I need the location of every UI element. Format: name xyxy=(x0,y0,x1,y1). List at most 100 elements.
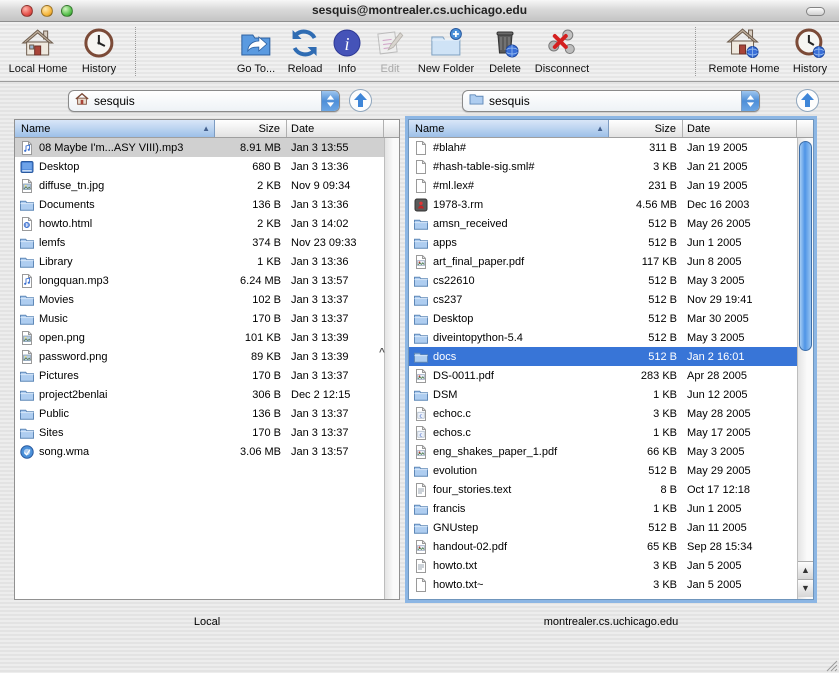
file-row[interactable]: DSM1 KBJun 12 2005 xyxy=(409,385,797,404)
file-row[interactable]: 1978-3.rm4.56 MBDec 16 2003 xyxy=(409,195,797,214)
new-folder-button[interactable]: New Folder xyxy=(418,26,474,75)
column-header-date[interactable]: Date xyxy=(683,120,797,137)
file-name: 1978-3.rm xyxy=(433,199,483,211)
local-scrollbar[interactable] xyxy=(384,138,399,599)
folder-icon xyxy=(413,501,429,517)
toolbar-toggle-pill[interactable] xyxy=(806,7,825,16)
file-row[interactable]: 08 Maybe I'm...ASY VIII).mp38.91 MBJan 3… xyxy=(15,138,384,157)
scrollbar-thumb[interactable] xyxy=(799,141,812,351)
file-row[interactable]: howto.txt3 KBJan 5 2005 xyxy=(409,556,797,575)
music-icon xyxy=(19,140,35,156)
resize-grip-icon[interactable] xyxy=(824,658,838,672)
file-name: DSM xyxy=(433,389,457,401)
file-row[interactable]: diveintopython-5.4512 BMay 3 2005 xyxy=(409,328,797,347)
remote-history-button[interactable]: History xyxy=(793,26,827,75)
remote-column-headers: Name▲ Size Date xyxy=(409,120,813,138)
disconnect-button[interactable]: Disconnect xyxy=(535,26,589,75)
info-icon: i xyxy=(330,26,364,62)
column-header-name[interactable]: Name▲ xyxy=(15,120,215,137)
delete-button[interactable]: Delete xyxy=(488,26,522,75)
file-date: May 17 2005 xyxy=(683,427,797,439)
file-name: Desktop xyxy=(433,313,473,325)
file-row[interactable]: cs237512 BNov 29 19:41 xyxy=(409,290,797,309)
file-name: art_final_paper.pdf xyxy=(433,256,524,268)
file-row[interactable]: cechos.c1 KBMay 17 2005 xyxy=(409,423,797,442)
file-row[interactable]: howto.html2 KBJan 3 14:02 xyxy=(15,214,384,233)
file-row[interactable]: song.wma3.06 MBJan 3 13:57 xyxy=(15,442,384,461)
local-home-button[interactable]: Local Home xyxy=(9,26,68,75)
file-row[interactable]: art_final_paper.pdf117 KBJun 8 2005 xyxy=(409,252,797,271)
remote-up-directory-button[interactable] xyxy=(795,88,820,113)
file-row[interactable]: Music170 BJan 3 13:37 xyxy=(15,309,384,328)
file-row[interactable]: Library1 KBJan 3 13:36 xyxy=(15,252,384,271)
remote-path-select[interactable]: sesquis xyxy=(462,90,760,112)
info-button[interactable]: i Info xyxy=(330,26,364,75)
file-row[interactable]: howto.txt~3 KBJan 5 2005 xyxy=(409,575,797,594)
file-name: Desktop xyxy=(39,161,79,173)
file-row[interactable]: lemfs374 BNov 23 09:33 xyxy=(15,233,384,252)
reload-button[interactable]: Reload xyxy=(288,26,323,75)
doc-icon xyxy=(413,178,429,194)
file-size: 3.06 MB xyxy=(215,446,287,458)
toolbar-button-label: Reload xyxy=(288,63,323,75)
file-date: Sep 28 15:34 xyxy=(683,541,797,553)
file-date: Jan 3 13:39 xyxy=(287,351,384,363)
scroll-up-arrow[interactable]: ▲ xyxy=(798,561,813,579)
file-row[interactable]: Documents136 BJan 3 13:36 xyxy=(15,195,384,214)
file-row[interactable]: open.png101 KBJan 3 13:39 xyxy=(15,328,384,347)
go-to-button[interactable]: Go To... xyxy=(237,26,275,75)
file-row[interactable]: amsn_received512 BMay 26 2005 xyxy=(409,214,797,233)
file-name: francis xyxy=(433,503,465,515)
file-row[interactable]: francis1 KBJun 1 2005 xyxy=(409,499,797,518)
remote-scrollbar[interactable]: ▲ ▼ xyxy=(797,138,813,599)
file-name: #blah# xyxy=(433,142,466,154)
file-row[interactable]: diffuse_tn.jpg2 KBNov 9 09:34 xyxy=(15,176,384,195)
column-header-size[interactable]: Size xyxy=(609,120,683,137)
file-row[interactable]: Desktop680 BJan 3 13:36 xyxy=(15,157,384,176)
pane-divider-caret[interactable]: ^ xyxy=(379,347,385,358)
folder-icon xyxy=(19,311,35,327)
file-date: Jan 3 13:37 xyxy=(287,370,384,382)
local-history-button[interactable]: History xyxy=(82,26,116,75)
column-header-name[interactable]: Name▲ xyxy=(409,120,609,137)
svg-text:c: c xyxy=(420,412,423,419)
file-row[interactable]: docs512 BJan 2 16:01 xyxy=(409,347,797,366)
file-row[interactable]: Pictures170 BJan 3 13:37 xyxy=(15,366,384,385)
music-icon xyxy=(19,273,35,289)
column-header-date[interactable]: Date xyxy=(287,120,384,137)
toolbar-button-label: History xyxy=(793,63,827,75)
file-row[interactable]: password.png89 KBJan 3 13:39 xyxy=(15,347,384,366)
file-size: 8.91 MB xyxy=(215,142,287,154)
file-row[interactable]: Public136 BJan 3 13:37 xyxy=(15,404,384,423)
file-size: 2 KB xyxy=(215,180,287,192)
cfile-icon: c xyxy=(413,406,429,422)
file-row[interactable]: evolution512 BMay 29 2005 xyxy=(409,461,797,480)
stepper-icon xyxy=(741,91,759,111)
local-path-select[interactable]: sesquis xyxy=(68,90,340,112)
file-row[interactable]: handout-02.pdf65 KBSep 28 15:34 xyxy=(409,537,797,556)
file-row[interactable]: longquan.mp36.24 MBJan 3 13:57 xyxy=(15,271,384,290)
title-bar[interactable]: sesquis@montrealer.cs.uchicago.edu xyxy=(0,0,839,22)
scroll-down-arrow[interactable]: ▼ xyxy=(798,579,813,597)
file-row[interactable]: Desktop512 BMar 30 2005 xyxy=(409,309,797,328)
file-row[interactable]: GNUstep512 BJan 11 2005 xyxy=(409,518,797,537)
file-row[interactable]: #blah#311 BJan 19 2005 xyxy=(409,138,797,157)
file-row[interactable]: apps512 BJun 1 2005 xyxy=(409,233,797,252)
file-size: 283 KB xyxy=(609,370,683,382)
column-header-size[interactable]: Size xyxy=(215,120,287,137)
file-row[interactable]: #ml.lex#231 BJan 19 2005 xyxy=(409,176,797,195)
local-file-list: 08 Maybe I'm...ASY VIII).mp38.91 MBJan 3… xyxy=(15,138,384,599)
file-row[interactable]: Movies102 BJan 3 13:37 xyxy=(15,290,384,309)
remote-home-button[interactable]: Remote Home xyxy=(709,26,780,75)
file-row[interactable]: eng_shakes_paper_1.pdf66 KBMay 3 2005 xyxy=(409,442,797,461)
file-row[interactable]: DS-0011.pdf283 KBApr 28 2005 xyxy=(409,366,797,385)
file-row[interactable]: project2benlai306 BDec 2 12:15 xyxy=(15,385,384,404)
local-up-directory-button[interactable] xyxy=(348,88,373,113)
file-name: evolution xyxy=(433,465,477,477)
file-row[interactable]: cs22610512 BMay 3 2005 xyxy=(409,271,797,290)
toolbar-button-label: Info xyxy=(330,63,364,75)
file-row[interactable]: cechoc.c3 KBMay 28 2005 xyxy=(409,404,797,423)
file-row[interactable]: Sites170 BJan 3 13:37 xyxy=(15,423,384,442)
file-row[interactable]: #hash-table-sig.sml#3 KBJan 21 2005 xyxy=(409,157,797,176)
file-row[interactable]: four_stories.text8 BOct 17 12:18 xyxy=(409,480,797,499)
